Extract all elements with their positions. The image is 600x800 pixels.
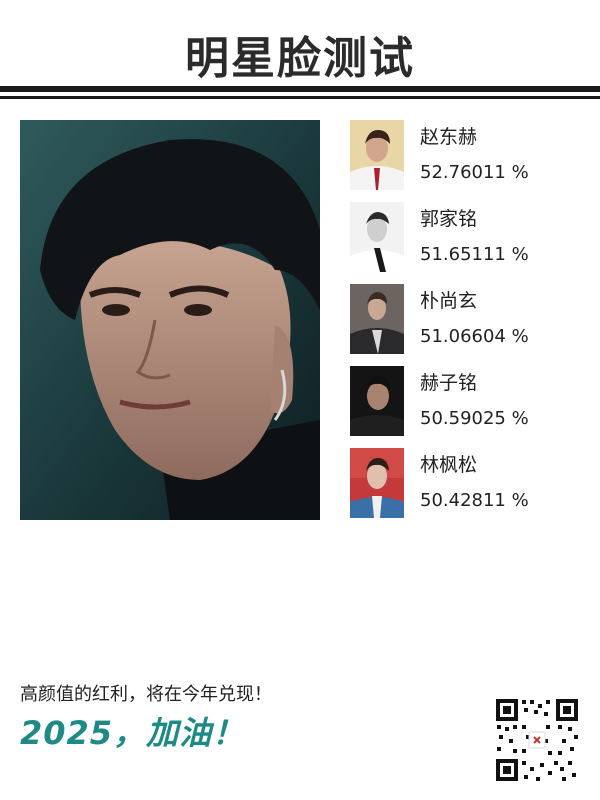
- page-title: 明星脸测试: [185, 33, 415, 84]
- qr-code[interactable]: [494, 697, 580, 783]
- match-item[interactable]: 林枫松 50.42811 %: [350, 448, 590, 518]
- title-divider-thick: [0, 86, 600, 92]
- header: 明星脸测试: [0, 0, 600, 105]
- match-score: 50.59025 %: [420, 408, 529, 429]
- match-score: 51.06604 %: [420, 326, 529, 347]
- slogan-text: 高颜值的红利，将在今年兑现！: [20, 684, 272, 705]
- match-item[interactable]: 赫子铭 50.59025 %: [350, 366, 590, 436]
- match-name: 赫子铭: [420, 372, 478, 394]
- match-name: 林枫松: [420, 454, 478, 476]
- match-thumbnail: [350, 448, 404, 518]
- match-name: 郭家铭: [420, 208, 478, 230]
- match-score: 51.65111 %: [420, 244, 529, 265]
- match-thumbnail: [350, 120, 404, 190]
- match-name: 朴尚玄: [420, 290, 478, 312]
- match-score: 52.76011 %: [420, 162, 529, 183]
- user-face-photo: [20, 120, 320, 520]
- match-name: 赵东赫: [420, 126, 478, 148]
- match-item[interactable]: 朴尚玄 51.06604 %: [350, 284, 590, 354]
- match-thumbnail: [350, 284, 404, 354]
- match-thumbnail: [350, 202, 404, 272]
- match-thumbnail: [350, 366, 404, 436]
- cheer-text: 2025，加油！: [20, 714, 246, 752]
- match-item[interactable]: 赵东赫 52.76011 %: [350, 120, 590, 190]
- title-divider-thin: [0, 96, 600, 99]
- match-score: 50.42811 %: [420, 490, 529, 511]
- match-item[interactable]: 郭家铭 51.65111 %: [350, 202, 590, 272]
